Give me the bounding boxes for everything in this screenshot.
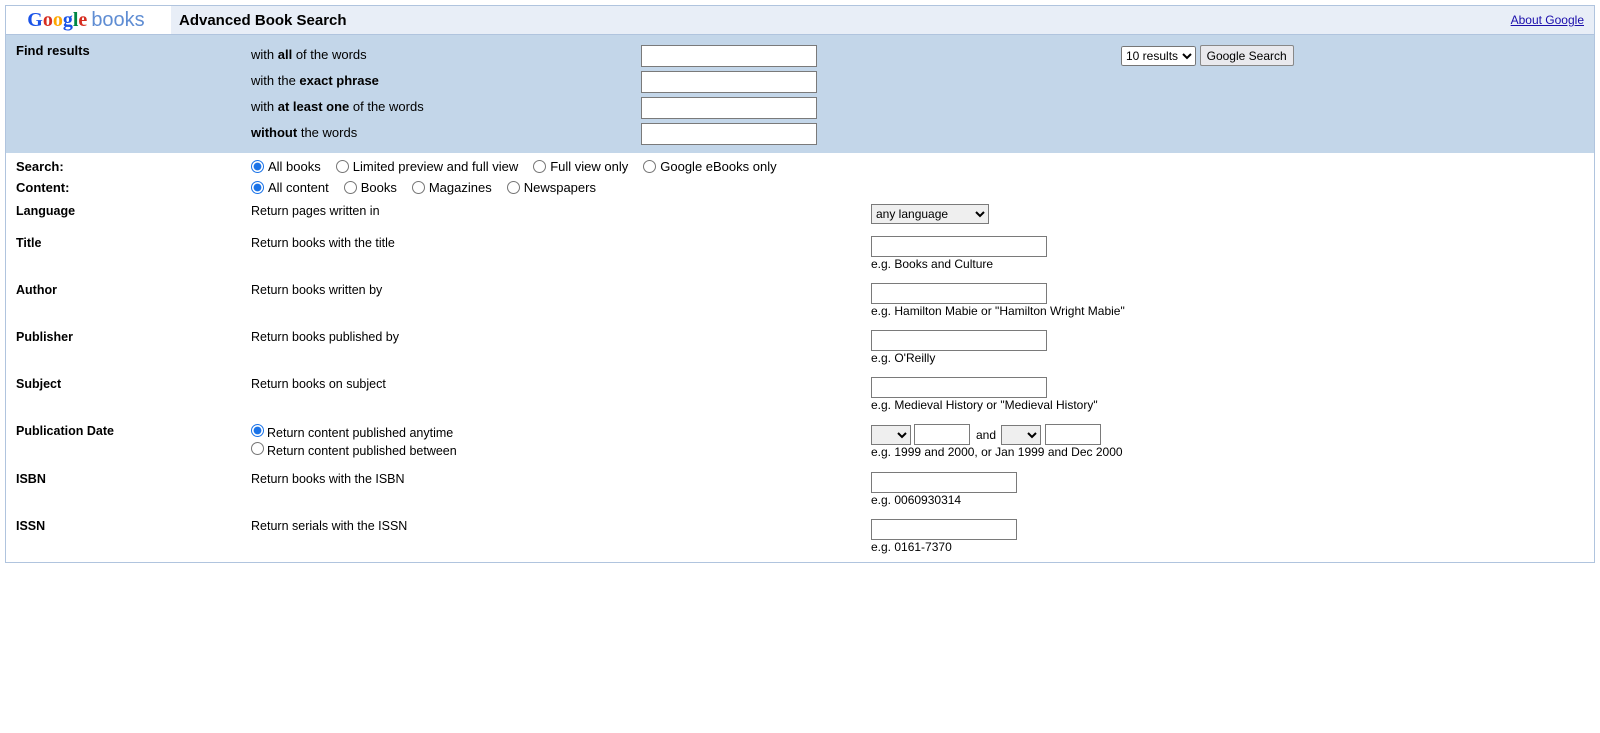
author-desc: Return books written by xyxy=(251,277,641,324)
publisher-desc: Return books published by xyxy=(251,324,641,371)
publisher-eg: e.g. O'Reilly xyxy=(871,351,935,365)
radio-full-view[interactable]: Full view only xyxy=(533,159,628,174)
and-text: and xyxy=(976,428,996,442)
language-label: Language xyxy=(6,198,251,230)
search-form: Find results with all of the words 10 re… xyxy=(6,35,1594,562)
desc-at-least-one: with at least one of the words xyxy=(251,99,424,114)
radio-all-books[interactable]: All books xyxy=(251,159,321,174)
content-scope-label: Content: xyxy=(6,177,251,198)
radio-google-ebooks[interactable]: Google eBooks only xyxy=(643,159,776,174)
title-eg: e.g. Books and Culture xyxy=(871,257,993,271)
subject-input[interactable] xyxy=(871,377,1047,398)
title-label: Title xyxy=(6,230,251,277)
author-input[interactable] xyxy=(871,283,1047,304)
author-label: Author xyxy=(6,277,251,324)
radio-books[interactable]: Books xyxy=(344,180,397,195)
radio-magazines[interactable]: Magazines xyxy=(412,180,492,195)
isbn-label: ISBN xyxy=(6,466,251,513)
search-scope-radios: All books Limited preview and full view … xyxy=(251,159,1594,174)
isbn-input[interactable] xyxy=(871,472,1017,493)
radio-pubdate-between[interactable]: Return content published between xyxy=(251,442,641,460)
exact-phrase-input[interactable] xyxy=(641,71,817,93)
pubdate-eg: e.g. 1999 and 2000, or Jan 1999 and Dec … xyxy=(871,445,1123,459)
about-google-link[interactable]: About Google xyxy=(1511,13,1594,27)
header-bar: Googlebooks Advanced Book Search About G… xyxy=(6,6,1594,35)
to-year-input[interactable] xyxy=(1045,424,1101,445)
publisher-label: Publisher xyxy=(6,324,251,371)
subject-label: Subject xyxy=(6,371,251,418)
publisher-input[interactable] xyxy=(871,330,1047,351)
find-results-label: Find results xyxy=(6,35,251,153)
isbn-eg: e.g. 0060930314 xyxy=(871,493,961,507)
isbn-desc: Return books with the ISBN xyxy=(251,466,641,513)
desc-all-words: with all of the words xyxy=(251,47,367,62)
radio-all-content[interactable]: All content xyxy=(251,180,329,195)
radio-limited-preview[interactable]: Limited preview and full view xyxy=(336,159,518,174)
subject-eg: e.g. Medieval History or "Medieval Histo… xyxy=(871,398,1098,412)
desc-without-words: without the words xyxy=(251,125,357,140)
radio-pubdate-anytime[interactable]: Return content published anytime xyxy=(251,424,641,442)
page-container: Googlebooks Advanced Book Search About G… xyxy=(5,5,1595,563)
language-desc: Return pages written in xyxy=(251,198,641,230)
without-words-input[interactable] xyxy=(641,123,817,145)
from-month-select[interactable] xyxy=(871,425,911,445)
at-least-one-input[interactable] xyxy=(641,97,817,119)
page-title: Advanced Book Search xyxy=(171,12,1511,29)
content-scope-radios: All content Books Magazines Newspapers xyxy=(251,180,1594,195)
google-search-button[interactable]: Google Search xyxy=(1200,45,1294,66)
to-month-select[interactable] xyxy=(1001,425,1041,445)
issn-label: ISSN xyxy=(6,513,251,562)
all-words-input[interactable] xyxy=(641,45,817,67)
logo-container: Googlebooks xyxy=(6,6,171,34)
search-scope-label: Search: xyxy=(6,153,251,177)
google-books-logo[interactable]: Googlebooks xyxy=(27,9,144,32)
author-eg: e.g. Hamilton Mabie or "Hamilton Wright … xyxy=(871,304,1125,318)
subject-desc: Return books on subject xyxy=(251,371,641,418)
radio-newspapers[interactable]: Newspapers xyxy=(507,180,596,195)
issn-desc: Return serials with the ISSN xyxy=(251,513,641,562)
language-select[interactable]: any language xyxy=(871,204,989,224)
title-desc: Return books with the title xyxy=(251,230,641,277)
pubdate-label: Publication Date xyxy=(6,418,251,466)
issn-input[interactable] xyxy=(871,519,1017,540)
title-input[interactable] xyxy=(871,236,1047,257)
desc-exact-phrase: with the exact phrase xyxy=(251,73,379,88)
issn-eg: e.g. 0161-7370 xyxy=(871,540,952,554)
results-count-select[interactable]: 10 results xyxy=(1121,46,1196,66)
from-year-input[interactable] xyxy=(914,424,970,445)
